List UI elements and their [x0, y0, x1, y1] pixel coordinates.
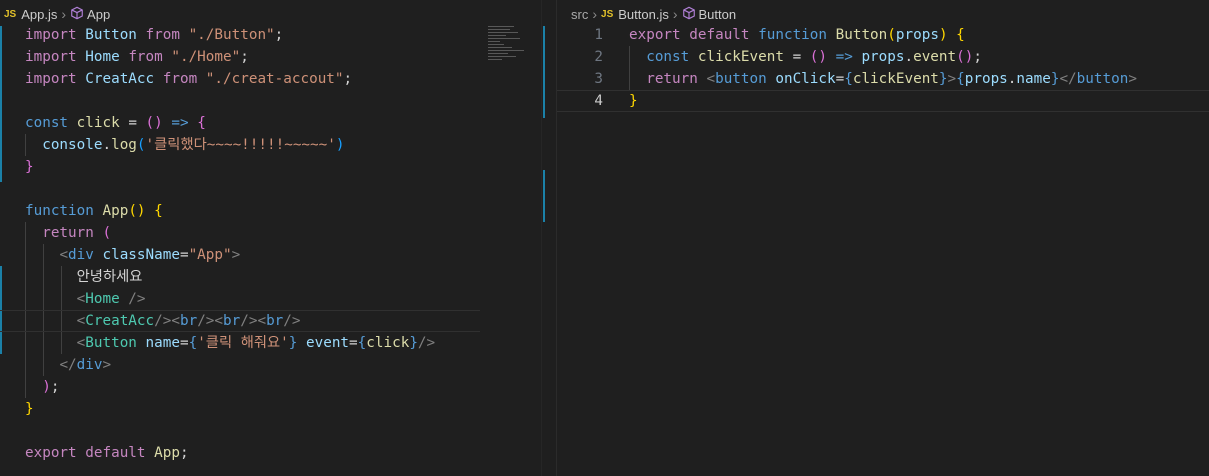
- scrollbar-change-marker: [543, 26, 545, 118]
- code-line: export default App;: [25, 445, 189, 461]
- line-number: 2: [594, 49, 603, 65]
- indent-guide: [61, 266, 62, 288]
- code-line: }: [25, 401, 34, 417]
- code-line: return (: [0, 222, 556, 244]
- code-line: const click = () => {: [25, 115, 206, 131]
- code-area[interactable]: import Button from "./Button"; import Ho…: [0, 24, 556, 464]
- indent-guide: [25, 311, 26, 331]
- indent-guide: [25, 376, 26, 398]
- indent-guide: [43, 288, 44, 310]
- indent-guide: [61, 332, 62, 354]
- code-line: <Button name={'클릭 해줘요'} event={click}/>: [0, 332, 556, 354]
- code-line: console.log('클릭했다~~~~!!!!!~~~~~'): [0, 134, 556, 156]
- line-number: 3: [594, 71, 603, 87]
- code-line: 2 const clickEvent = () => props.event()…: [557, 46, 1209, 68]
- breadcrumb-file[interactable]: App.js: [21, 7, 57, 22]
- breadcrumb-symbol[interactable]: Button: [699, 7, 737, 22]
- js-file-icon: JS: [4, 8, 17, 20]
- code-line-current: 4}: [557, 90, 1209, 112]
- indent-guide: [25, 266, 26, 288]
- indent-guide: [61, 288, 62, 310]
- symbol-cube-icon: [70, 6, 84, 23]
- symbol-cube-icon: [682, 6, 696, 23]
- code-line: <div className="App">: [0, 244, 556, 266]
- chevron-right-icon: ›: [61, 6, 67, 22]
- code-line: <Home />: [0, 288, 556, 310]
- code-line: 안녕하세요: [0, 266, 556, 288]
- line-number: 1: [594, 27, 603, 43]
- js-file-icon: JS: [601, 8, 614, 20]
- indent-guide: [629, 68, 630, 90]
- minimap[interactable]: [488, 26, 538, 70]
- breadcrumb-file[interactable]: Button.js: [618, 7, 669, 22]
- indent-guide: [43, 354, 44, 376]
- scrollbar-change-marker: [543, 170, 545, 222]
- editor-pane-button-js[interactable]: src › JS Button.js › Button 1 export defa…: [557, 0, 1209, 476]
- code-line: );: [0, 376, 556, 398]
- indent-guide: [43, 266, 44, 288]
- indent-guide: [25, 222, 26, 244]
- indent-guide: [25, 244, 26, 266]
- line-number: 4: [594, 93, 603, 109]
- indent-guide: [629, 46, 630, 68]
- code-line: import CreatAcc from "./creat-accout";: [25, 71, 353, 87]
- editor-pane-app-js[interactable]: JS App.js › App import Button from "./Bu…: [0, 0, 556, 476]
- code-line: }: [25, 159, 34, 175]
- indent-guide: [43, 244, 44, 266]
- code-line: import Button from "./Button";: [25, 27, 284, 43]
- code-line: import Home from "./Home";: [25, 49, 249, 65]
- indent-guide: [25, 354, 26, 376]
- chevron-right-icon: ›: [592, 6, 598, 22]
- indent-guide: [25, 288, 26, 310]
- indent-guide: [25, 332, 26, 354]
- code-line: 1 export default function Button(props) {: [557, 24, 1209, 46]
- breadcrumb-symbol[interactable]: App: [87, 7, 110, 22]
- code-area[interactable]: 1 export default function Button(props) {…: [557, 24, 1209, 112]
- code-line-current: <CreatAcc/><br/><br/><br/>: [0, 310, 480, 332]
- indent-guide: [25, 134, 26, 156]
- chevron-right-icon: ›: [672, 6, 678, 22]
- indent-guide: [43, 332, 44, 354]
- indent-guide: [61, 311, 62, 331]
- code-line: </div>: [0, 354, 556, 376]
- code-line: 3 return <button onClick={clickEvent}>{p…: [557, 68, 1209, 90]
- breadcrumb-folder[interactable]: src: [571, 7, 588, 22]
- indent-guide: [43, 311, 44, 331]
- code-line: function App() {: [25, 203, 163, 219]
